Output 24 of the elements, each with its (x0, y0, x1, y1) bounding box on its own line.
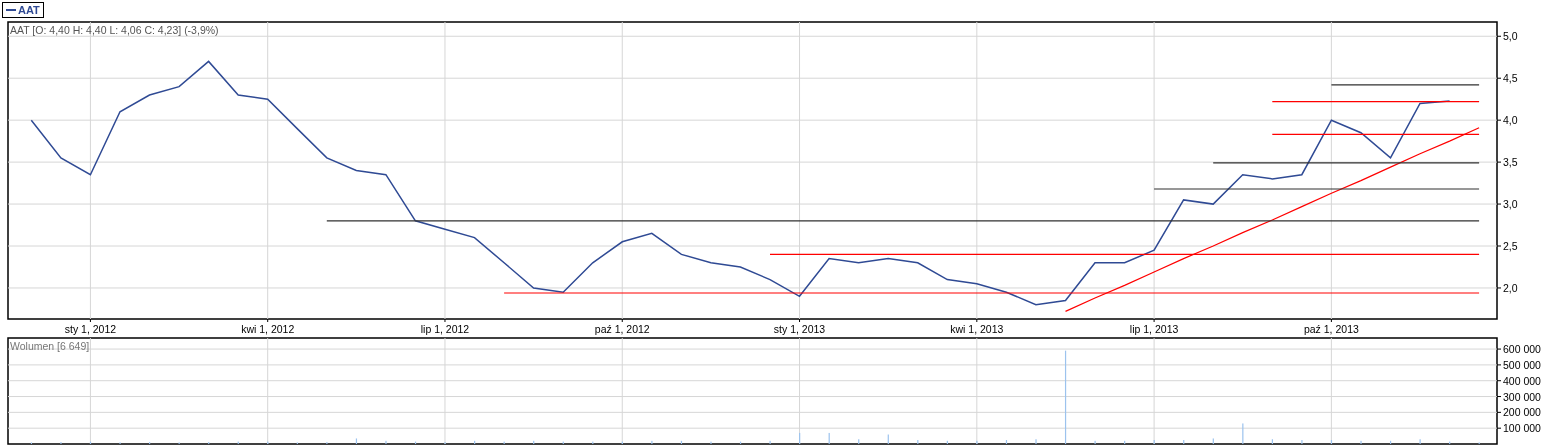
axis-label: 200 000 (1503, 406, 1541, 419)
axis-label: kwi 1, 2013 (950, 323, 1004, 335)
axis-label: kwi 1, 2012 (241, 323, 295, 335)
axis-label: lip 1, 2013 (1129, 323, 1179, 335)
axis-label: sty 1, 2012 (64, 323, 117, 335)
axis-label: paź 1, 2012 (594, 323, 650, 335)
axis-label: 400 000 (1503, 374, 1541, 387)
axis-label: 5,0 (1503, 30, 1518, 43)
axis-label: 2,0 (1503, 281, 1518, 294)
axis-label: 100 000 (1503, 422, 1541, 435)
chart-title: AAT [O: 4,40 H: 4,40 L: 4,06 C: 4,23] (-3,9%) (10, 24, 219, 36)
axis-label: paź 1, 2013 (1303, 323, 1359, 335)
axis-label: 300 000 (1503, 390, 1541, 403)
axis-label: 600 000 (1503, 343, 1541, 356)
axis-label: sty 1, 2013 (773, 323, 826, 335)
legend-label: AAT (18, 4, 40, 16)
axis-label: 3,5 (1503, 156, 1518, 169)
axis-label: 2,5 (1503, 240, 1518, 252)
axis-label: lip 1, 2012 (420, 323, 470, 335)
axis-label: 4,5 (1503, 72, 1518, 85)
axis-label: 500 000 (1503, 358, 1541, 371)
chart-title: Wolumen [6 649] (10, 340, 90, 352)
axis-label: 3,0 (1503, 198, 1518, 211)
axis-label: 4,0 (1503, 114, 1518, 127)
